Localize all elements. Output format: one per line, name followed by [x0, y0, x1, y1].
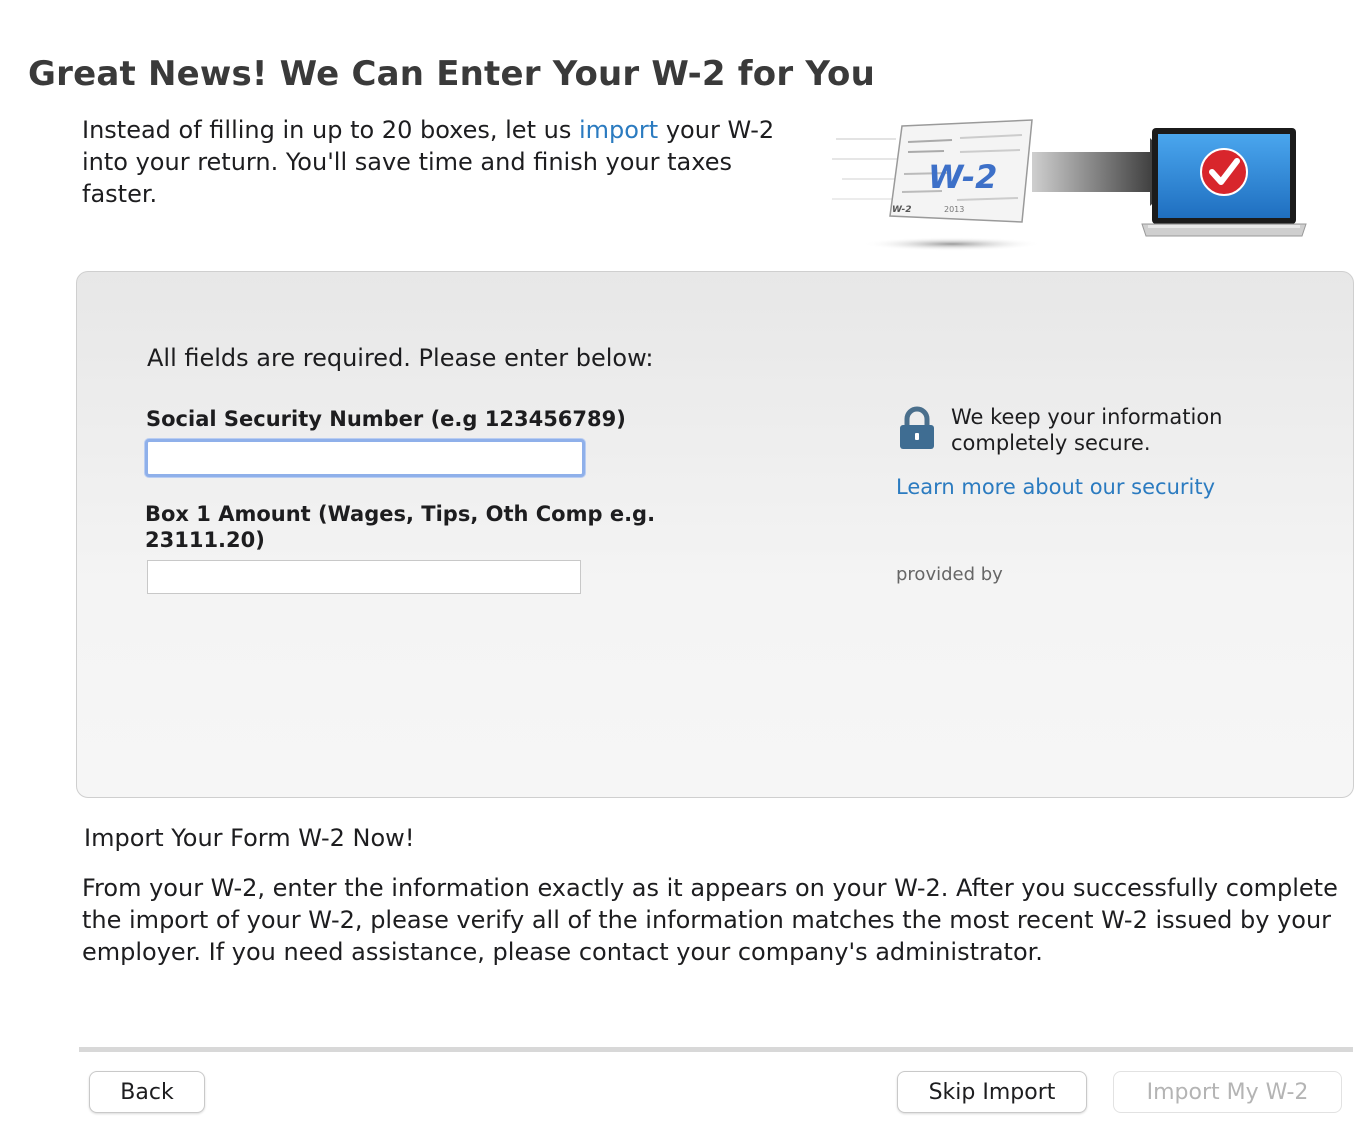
intro-text-start: Instead of filling in up to 20 boxes, le… [82, 116, 579, 144]
import-instructions-text: From your W-2, enter the information exa… [82, 874, 1338, 966]
required-instructions: All fields are required. Please enter be… [147, 344, 654, 372]
security-learn-more-link[interactable]: Learn more about our security [896, 475, 1215, 499]
footer-divider [79, 1047, 1353, 1052]
back-button[interactable]: Back [89, 1071, 205, 1113]
intro-text: Instead of filling in up to 20 boxes, le… [82, 114, 782, 210]
w2-form-mini-label: W-2 [892, 205, 912, 215]
security-message: We keep your information completely secu… [951, 405, 1223, 455]
provided-by-text: provided by [896, 564, 1003, 585]
ssn-label: Social Security Number (e.g 123456789) [146, 407, 626, 431]
page-title: Great News! We Can Enter Your W-2 for Yo… [28, 54, 876, 94]
import-now-heading: Import Your Form W-2 Now! [84, 824, 415, 852]
w2-form-label: W-2 [928, 158, 997, 196]
w2-form-year: 2013 [944, 205, 964, 214]
import-link[interactable]: import [579, 116, 658, 144]
import-my-w2-button[interactable]: Import My W-2 [1113, 1071, 1342, 1113]
w2-import-illustration: W-2 W-2 2013 [832, 119, 1307, 251]
box1-amount-input[interactable] [147, 560, 581, 594]
box1-amount-label: Box 1 Amount (Wages, Tips, Oth Comp e.g.… [145, 502, 656, 552]
laptop-graphic [1141, 128, 1307, 237]
ssn-input[interactable] [145, 439, 585, 477]
import-form-panel: All fields are required. Please enter be… [76, 271, 1354, 798]
skip-import-button[interactable]: Skip Import [897, 1071, 1087, 1113]
w2-form-graphic: W-2 W-2 2013 [832, 119, 1042, 251]
lock-icon [900, 406, 934, 449]
